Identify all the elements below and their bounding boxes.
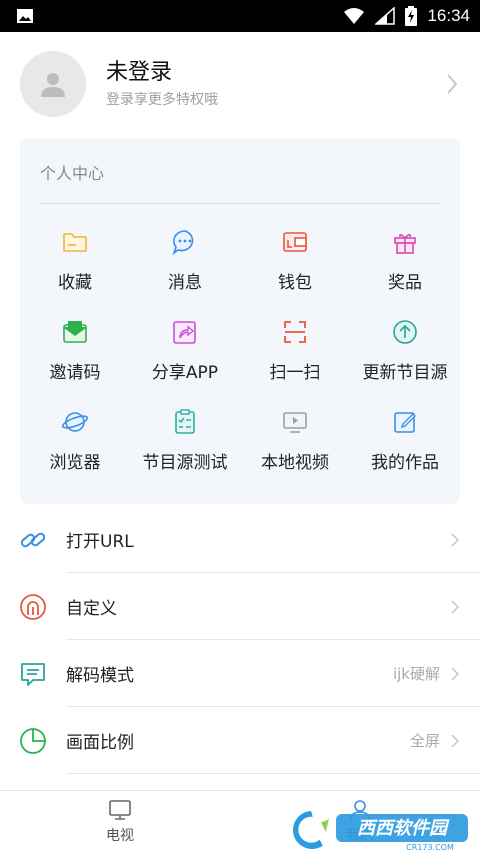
login-status: 未登录: [106, 60, 173, 85]
login-hint: 登录享更多特权哦: [106, 92, 218, 108]
browser-button[interactable]: 浏览器: [20, 400, 130, 490]
local-video-icon: [283, 412, 307, 433]
edit-icon: [394, 412, 416, 433]
personal-center-card: 个人中心 收藏 消息 钱包 奖品 邀请码 分享APP 扫一扫 更新节目源 浏览器…: [20, 138, 460, 504]
favorites-button[interactable]: 收藏: [20, 220, 130, 310]
checklist-icon: [175, 409, 195, 434]
custom-icon: [20, 593, 46, 620]
divider: [40, 203, 440, 204]
decode-mode-value: ijk硬解: [392, 665, 440, 683]
user-avatar-icon: [41, 73, 65, 97]
source-test-label: 节目源测试: [142, 453, 228, 473]
folder-icon: [63, 233, 87, 252]
aspect-ratio-row[interactable]: 画面比例 全屏: [0, 707, 480, 774]
update-icon: [393, 320, 417, 344]
open-url-row[interactable]: 打开URL: [0, 506, 480, 573]
open-url-label: 打开URL: [66, 532, 134, 552]
invite-mail-icon: [63, 321, 87, 343]
share-app-button[interactable]: 分享APP: [130, 310, 240, 400]
update-source-button[interactable]: 更新节目源: [350, 310, 460, 400]
svg-text:CR173.COM: CR173.COM: [406, 843, 454, 852]
image-icon: [17, 9, 33, 23]
message-icon: [172, 230, 194, 256]
wallet-button[interactable]: 钱包: [240, 220, 350, 310]
local-video-button[interactable]: 本地视频: [240, 400, 350, 490]
scan-label: 扫一扫: [269, 363, 321, 383]
wifi-icon: [344, 8, 365, 24]
aspect-ratio-label: 画面比例: [66, 733, 134, 753]
status-time: 16:34: [427, 6, 470, 25]
wallet-label: 钱包: [278, 273, 312, 293]
globe-icon: [61, 412, 89, 432]
messages-label: 消息: [168, 273, 202, 293]
settings-list: 打开URL 自定义 解码模式 ijk硬解 画面比例 全屏: [0, 506, 480, 774]
ratio-pie-icon: [20, 727, 46, 754]
local-video-label: 本地视频: [261, 453, 329, 473]
update-source-label: 更新节目源: [362, 363, 448, 383]
aspect-ratio-value: 全屏: [409, 732, 440, 750]
decode-mode-label: 解码模式: [66, 666, 134, 686]
chevron-right-icon: [451, 532, 460, 547]
my-works-button[interactable]: 我的作品: [350, 400, 460, 490]
status-bar: 16:34: [0, 0, 480, 32]
prizes-button[interactable]: 奖品: [350, 220, 460, 310]
chevron-right-icon: [451, 599, 460, 614]
personal-center-title: 个人中心: [40, 164, 105, 183]
svg-text:西西软件园: 西西软件园: [357, 818, 450, 839]
personal-center-grid: 收藏 消息 钱包 奖品 邀请码 分享APP 扫一扫 更新节目源 浏览器 节目源测…: [20, 220, 460, 490]
link-icon: [20, 532, 46, 547]
invite-code-button[interactable]: 邀请码: [20, 310, 130, 400]
wallet-icon: [283, 232, 307, 252]
chevron-right-icon: [451, 666, 460, 681]
favorites-label: 收藏: [58, 273, 92, 293]
share-app-label: 分享APP: [151, 363, 219, 383]
messages-button[interactable]: 消息: [130, 220, 240, 310]
battery-charging-icon: [405, 6, 418, 26]
chevron-right-icon: [447, 74, 458, 94]
browser-label: 浏览器: [49, 453, 101, 473]
nav-tv-label: 电视: [106, 828, 134, 844]
nav-tv[interactable]: 电视: [0, 791, 240, 854]
decode-mode-row[interactable]: 解码模式 ijk硬解: [0, 640, 480, 707]
chevron-right-icon: [451, 733, 460, 748]
custom-label: 自定义: [66, 599, 117, 619]
my-works-label: 我的作品: [371, 453, 439, 473]
scan-icon: [284, 321, 306, 343]
profile-header[interactable]: 未登录 登录享更多特权哦: [0, 32, 480, 136]
tv-icon: [109, 800, 131, 820]
scan-button[interactable]: 扫一扫: [240, 310, 350, 400]
source-test-button[interactable]: 节目源测试: [130, 400, 240, 490]
share-icon: [173, 321, 196, 344]
avatar[interactable]: [20, 51, 86, 117]
invite-code-label: 邀请码: [49, 363, 101, 383]
signal-icon: [375, 7, 396, 25]
custom-row[interactable]: 自定义: [0, 573, 480, 640]
site-watermark-logo: 西西软件园 CR173.COM: [291, 808, 468, 852]
prizes-label: 奖品: [388, 273, 422, 293]
decode-icon: [21, 662, 45, 686]
gift-icon: [394, 233, 416, 254]
